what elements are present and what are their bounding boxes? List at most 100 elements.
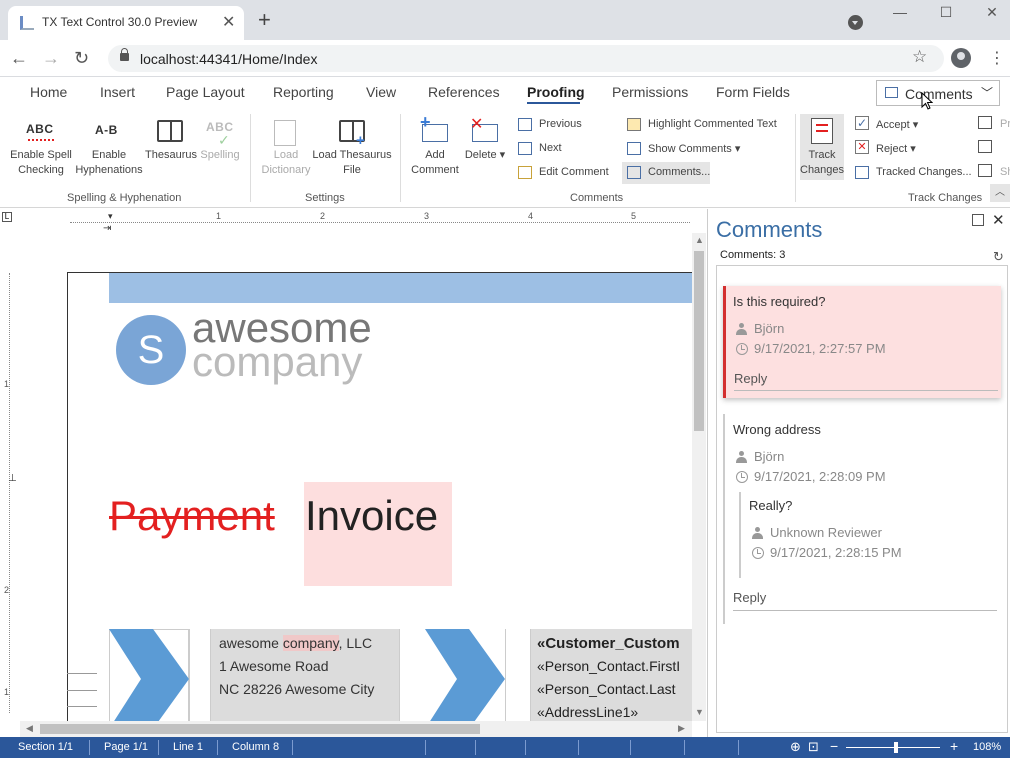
scroll-up-icon[interactable]: ▲ bbox=[695, 235, 704, 245]
label: Enable Spell bbox=[10, 149, 72, 161]
tracked-deletion[interactable]: Payment bbox=[109, 491, 275, 541]
reply-button[interactable]: Reply bbox=[734, 371, 767, 386]
tab-close-icon[interactable]: ✕ bbox=[222, 12, 235, 32]
vertical-scrollbar[interactable]: ▲ ▼ bbox=[692, 233, 706, 721]
zoom-out-icon[interactable]: − bbox=[830, 738, 838, 754]
refresh-icon[interactable]: ↻ bbox=[993, 249, 1004, 265]
horizontal-scrollbar[interactable]: ◀ ▶ bbox=[20, 721, 692, 737]
zoom-level[interactable]: 108% bbox=[973, 741, 1001, 753]
scrollbar-thumb[interactable] bbox=[40, 724, 480, 734]
ribbon: Home Insert Page Layout Reporting View R… bbox=[0, 78, 1010, 208]
fit-width-icon[interactable]: ⊡ bbox=[808, 739, 819, 755]
browser-menu-icon[interactable]: ⋮ bbox=[989, 48, 1005, 68]
table-cell-merge-fields[interactable]: «Customer_Custom «Person_Contact.FirstI … bbox=[531, 629, 692, 721]
merge-field[interactable]: «Person_Contact.FirstI bbox=[537, 658, 680, 674]
highlight-commented-text-button[interactable]: Highlight Commented Text bbox=[648, 118, 777, 130]
document-editor[interactable]: S awesome company Payment Invoice awesom… bbox=[20, 233, 692, 721]
url-text: localhost:44341/Home/Index bbox=[140, 51, 318, 67]
reply-button[interactable]: Reply bbox=[733, 590, 766, 605]
comment-text: Wrong address bbox=[733, 422, 821, 437]
comments-dropdown-label: Comments bbox=[905, 86, 973, 102]
zoom-slider-thumb[interactable] bbox=[894, 742, 898, 753]
accept-button[interactable]: Accept ▾ bbox=[876, 118, 918, 131]
logo-letter: S bbox=[137, 328, 165, 372]
browser-tab[interactable]: TX Text Control 30.0 Preview ✕ bbox=[8, 6, 244, 40]
address-table[interactable]: awesome company, LLC 1 Awesome Road NC 2… bbox=[109, 629, 692, 721]
table-cell bbox=[189, 629, 211, 721]
bookmark-star-icon[interactable]: ☆ bbox=[912, 47, 927, 67]
clock-icon bbox=[736, 471, 748, 483]
tracked-changes-dialog-button[interactable]: Tracked Changes... bbox=[876, 166, 972, 178]
scrollbar-thumb[interactable] bbox=[694, 251, 704, 431]
comments-view-dropdown[interactable]: Comments ﹀ bbox=[876, 80, 1000, 106]
reload-icon[interactable]: ↻ bbox=[74, 48, 89, 69]
forward-icon[interactable]: → bbox=[42, 48, 60, 69]
reply-card[interactable]: Really? Unknown Reviewer 9/17/2021, 2:28… bbox=[739, 492, 999, 578]
comments-list: Is this required? Björn 9/17/2021, 2:27:… bbox=[716, 265, 1008, 733]
divider bbox=[738, 740, 739, 755]
tab-search-icon[interactable] bbox=[848, 15, 863, 30]
comment-card[interactable]: Wrong address Björn 9/17/2021, 2:28:09 P… bbox=[723, 414, 1001, 624]
label: Accept bbox=[876, 119, 910, 131]
table-cell-address[interactable]: awesome company, LLC 1 Awesome Road NC 2… bbox=[211, 629, 399, 721]
window-close-icon[interactable]: ✕ bbox=[982, 4, 1002, 21]
divider bbox=[734, 390, 998, 391]
profile-avatar-icon[interactable] bbox=[951, 48, 971, 68]
vertical-ruler[interactable]: 1 ⊥ 2 1 bbox=[0, 233, 20, 723]
tab-view[interactable]: View bbox=[366, 84, 396, 100]
previous-change-button[interactable]: Pr bbox=[1000, 118, 1010, 130]
dock-panel-icon[interactable] bbox=[972, 214, 984, 226]
tab-permissions[interactable]: Permissions bbox=[612, 84, 688, 100]
first-line-indent-icon[interactable]: ▾ bbox=[108, 211, 113, 222]
collapse-ribbon-icon[interactable]: ︿ bbox=[990, 184, 1010, 202]
divider bbox=[158, 740, 159, 755]
merge-field[interactable]: «Person_Contact.Last bbox=[537, 681, 676, 697]
tab-form-fields[interactable]: Form Fields bbox=[716, 84, 790, 100]
show-markup-button[interactable]: Sh bbox=[1000, 166, 1010, 178]
comments-dialog-button[interactable]: Comments... bbox=[622, 162, 710, 184]
comment-icon bbox=[885, 87, 898, 98]
scroll-down-icon[interactable]: ▼ bbox=[695, 707, 704, 717]
zoom-slider[interactable] bbox=[846, 747, 940, 748]
arrow-shape-icon bbox=[425, 629, 505, 721]
document-page[interactable]: S awesome company Payment Invoice awesom… bbox=[67, 272, 692, 721]
minimize-icon[interactable]: — bbox=[890, 4, 910, 20]
document-title[interactable]: Invoice bbox=[305, 491, 438, 541]
highlight-comment-icon bbox=[627, 118, 641, 131]
tab-stop-selector-icon[interactable]: L bbox=[2, 212, 12, 222]
new-tab-icon[interactable]: + bbox=[258, 9, 271, 31]
close-panel-icon[interactable]: ✕ bbox=[992, 211, 1005, 229]
url-field[interactable]: localhost:44341/Home/Index ☆ bbox=[108, 45, 944, 72]
merge-field[interactable]: «AddressLine1» bbox=[537, 704, 638, 720]
reject-button[interactable]: Reject ▾ bbox=[876, 142, 916, 155]
horizontal-ruler[interactable]: L 1 2 3 4 5 ⇥ ▾ bbox=[0, 209, 706, 234]
comment-card-active[interactable]: Is this required? Björn 9/17/2021, 2:27:… bbox=[723, 286, 1001, 398]
fit-page-icon[interactable]: ⊕ bbox=[790, 739, 801, 755]
scroll-left-icon[interactable]: ◀ bbox=[26, 723, 33, 734]
track-changes-button[interactable]: Track Changes bbox=[800, 114, 844, 180]
label: Comments... bbox=[648, 166, 711, 178]
merge-field[interactable]: «Customer_Custom bbox=[537, 635, 680, 652]
tab-references[interactable]: References bbox=[428, 84, 500, 100]
tab-home[interactable]: Home bbox=[30, 84, 67, 100]
table-cell bbox=[399, 629, 425, 721]
label: Enable bbox=[91, 149, 127, 161]
indent-marker-icon[interactable]: ⊥ bbox=[8, 473, 17, 484]
tab-reporting[interactable]: Reporting bbox=[273, 84, 334, 100]
hyphenation-icon: A‑B bbox=[95, 123, 118, 137]
tab-page-layout[interactable]: Page Layout bbox=[166, 84, 245, 100]
next-comment-button[interactable]: Next bbox=[539, 142, 562, 154]
ruler-number: 1 bbox=[4, 687, 10, 697]
checkmark-icon: ✓ bbox=[218, 132, 230, 148]
tab-proofing[interactable]: Proofing bbox=[527, 84, 585, 100]
scroll-right-icon[interactable]: ▶ bbox=[678, 723, 685, 734]
previous-comment-button[interactable]: Previous bbox=[539, 118, 582, 130]
tab-insert[interactable]: Insert bbox=[100, 84, 135, 100]
group-label-spelling: Spelling & Hyphenation bbox=[67, 192, 182, 204]
maximize-icon[interactable]: ☐ bbox=[936, 4, 956, 21]
show-comments-button[interactable]: Show Comments ▾ bbox=[648, 142, 740, 155]
back-icon[interactable]: ← bbox=[10, 48, 28, 69]
zoom-in-icon[interactable]: + bbox=[950, 738, 958, 754]
edit-comment-button[interactable]: Edit Comment bbox=[539, 166, 609, 178]
label: Checking bbox=[18, 164, 64, 176]
